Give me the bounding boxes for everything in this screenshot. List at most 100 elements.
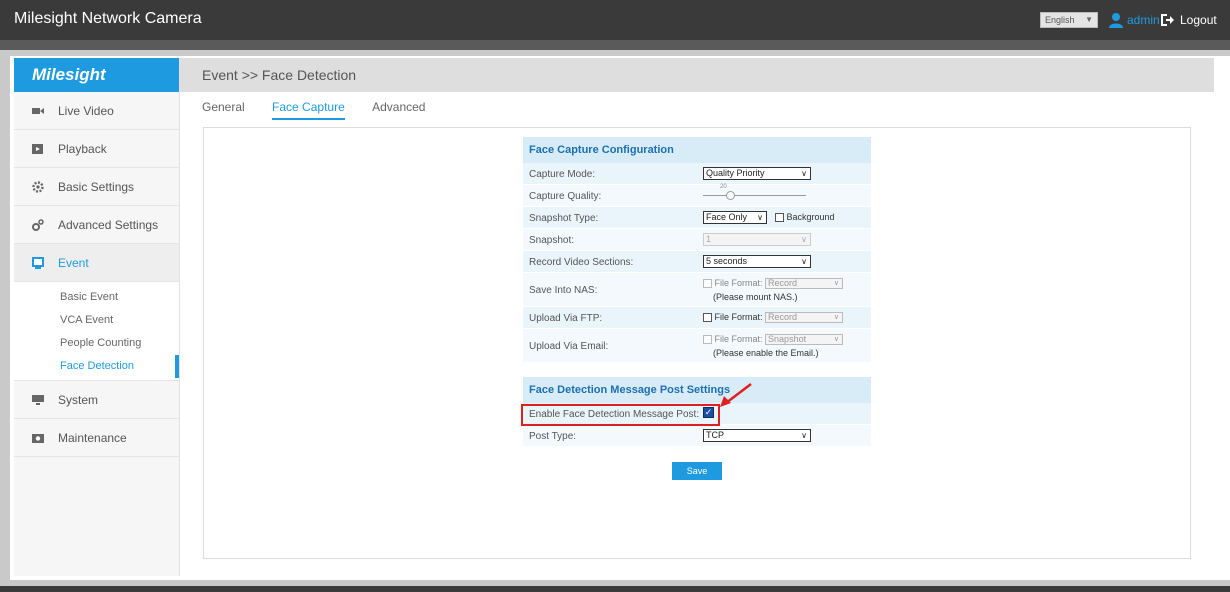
email-note: (Please enable the Email.) — [713, 348, 819, 358]
row-capture-quality: Capture Quality: 20 — [523, 184, 871, 207]
sidebar-item-label: Playback — [58, 142, 107, 156]
section-face-capture-configuration: Face Capture Configuration — [523, 137, 871, 163]
breadcrumb: Event >> Face Detection — [180, 58, 1214, 92]
ftp-checkbox[interactable] — [703, 313, 712, 323]
background-option: Background — [775, 212, 835, 223]
section-spacer — [523, 363, 871, 377]
camera-icon — [32, 434, 44, 443]
file-format-label: File Format: — [714, 278, 763, 288]
nas-file-format: File Format: Record ∨ — [703, 278, 844, 290]
capture-quality-value: 20 — [720, 184, 727, 190]
chevron-down-icon: ∨ — [833, 314, 840, 322]
save-button[interactable]: Save — [672, 462, 722, 480]
background-checkbox[interactable] — [775, 213, 784, 223]
email-checkbox[interactable] — [703, 335, 712, 345]
header-band — [0, 40, 1230, 50]
row-upload-via-email: Upload Via Email: File Format: Snapshot ∨… — [523, 329, 871, 363]
email-format-select[interactable]: Snapshot ∨ — [765, 334, 844, 346]
tab-bar: General Face Capture Advanced — [202, 100, 449, 122]
chevron-down-icon: ∨ — [801, 235, 807, 244]
sidebar-item-live-video[interactable]: Live Video — [14, 92, 179, 130]
snapshot-label: Snapshot: — [529, 235, 575, 246]
row-snapshot-type: Snapshot Type: Face Only ∨ Background — [523, 207, 871, 229]
save-into-nas-label: Save Into NAS: — [529, 285, 598, 296]
nas-format-value: Record — [768, 278, 798, 289]
sidebar: Milesight Live Video Playback Basic Sett… — [14, 58, 180, 576]
brand-logo: Milesight — [14, 58, 179, 92]
top-bar: Milesight Network Camera English ▼ admin… — [0, 0, 1230, 40]
tab-general[interactable]: General — [202, 100, 245, 118]
sidebar-item-system[interactable]: System — [14, 381, 179, 419]
red-arrow-icon — [720, 383, 752, 407]
record-video-sections-label: Record Video Sections: — [529, 257, 634, 268]
section-message-post-settings: Face Detection Message Post Settings — [523, 377, 871, 403]
sidebar-subitem-face-detection[interactable]: Face Detection — [14, 355, 179, 378]
user-link[interactable]: admin — [1127, 13, 1160, 27]
file-format-label: File Format: — [714, 334, 763, 344]
upload-via-ftp-label: Upload Via FTP: — [529, 313, 603, 324]
ftp-format-select[interactable]: Record ∨ — [765, 312, 844, 324]
ftp-file-format: File Format: Record ∨ — [703, 312, 844, 324]
tab-advanced[interactable]: Advanced — [372, 100, 425, 118]
sidebar-item-advanced-settings[interactable]: Advanced Settings — [14, 206, 179, 244]
sidebar-item-maintenance[interactable]: Maintenance — [14, 419, 179, 457]
sidebar-subitem-people-counting[interactable]: People Counting — [14, 332, 179, 355]
chevron-down-icon: ∨ — [833, 336, 840, 344]
sidebar-item-playback[interactable]: Playback — [14, 130, 179, 168]
post-type-select[interactable]: TCP ∨ — [703, 429, 811, 442]
logout-icon[interactable] — [1160, 12, 1174, 28]
file-format-label: File Format: — [714, 312, 763, 322]
nas-checkbox[interactable] — [703, 279, 712, 289]
user-icon[interactable] — [1109, 12, 1123, 28]
tab-face-capture[interactable]: Face Capture — [272, 100, 345, 120]
sidebar-item-label: Live Video — [58, 104, 114, 118]
snapshot-select[interactable]: 1 ∨ — [703, 233, 811, 246]
sidebar-item-label: System — [58, 393, 99, 407]
chevron-down-icon: ∨ — [801, 431, 807, 440]
capture-quality-slider[interactable] — [703, 195, 806, 196]
language-value: English — [1045, 15, 1075, 25]
snapshot-value: 1 — [706, 234, 712, 244]
sidebar-item-basic-settings[interactable]: Basic Settings — [14, 168, 179, 206]
email-file-format: File Format: Snapshot ∨ — [703, 334, 844, 346]
capture-mode-select[interactable]: Quality Priority ∨ — [703, 167, 811, 180]
chevron-down-icon: ∨ — [833, 280, 840, 288]
record-video-sections-select[interactable]: 5 seconds ∨ — [703, 255, 811, 268]
background-label: Background — [786, 212, 835, 222]
nas-format-select[interactable]: Record ∨ — [765, 278, 844, 290]
language-select[interactable]: English ▼ — [1040, 12, 1098, 28]
post-type-value: TCP — [706, 430, 724, 440]
capture-quality-label: Capture Quality: — [529, 191, 602, 202]
capture-mode-label: Capture Mode: — [529, 169, 596, 180]
sidebar-item-label: Event — [58, 256, 89, 270]
chevron-down-icon: ▼ — [1085, 15, 1093, 24]
sidebar-item-label: Maintenance — [58, 431, 127, 445]
chevron-down-icon: ∨ — [801, 169, 807, 178]
row-capture-mode: Capture Mode: Quality Priority ∨ — [523, 163, 871, 185]
logout-link[interactable]: Logout — [1180, 13, 1217, 27]
face-capture-form: Face Capture Configuration Capture Mode:… — [523, 137, 871, 447]
snapshot-type-value: Face Only — [706, 212, 748, 222]
ftp-format-value: Record — [768, 312, 798, 323]
gear-icon — [32, 181, 44, 193]
row-upload-via-ftp: Upload Via FTP: File Format: Record ∨ — [523, 307, 871, 329]
sidebar-subitem-basic-event[interactable]: Basic Event — [14, 286, 179, 309]
email-format-value: Snapshot — [768, 334, 807, 345]
sidebar-item-event[interactable]: Event — [14, 244, 179, 282]
event-submenu: Basic Event VCA Event People Counting Fa… — [14, 282, 179, 381]
snapshot-type-select[interactable]: Face Only ∨ — [703, 211, 767, 224]
sidebar-subitem-vca-event[interactable]: VCA Event — [14, 309, 179, 332]
row-snapshot: Snapshot: 1 ∨ — [523, 229, 871, 251]
app-title: Milesight Network Camera — [14, 10, 202, 27]
row-record-video-sections: Record Video Sections: 5 seconds ∨ — [523, 251, 871, 273]
highlight-box — [521, 404, 720, 426]
video-camera-icon — [32, 108, 44, 114]
snapshot-type-label: Snapshot Type: — [529, 213, 599, 224]
chevron-down-icon: ∨ — [757, 213, 763, 222]
footer-bar — [0, 586, 1230, 592]
slider-thumb[interactable] — [726, 191, 735, 200]
event-icon — [32, 257, 44, 269]
play-icon — [32, 144, 43, 154]
gears-icon — [32, 219, 44, 231]
sidebar-item-label: Basic Settings — [58, 180, 135, 194]
